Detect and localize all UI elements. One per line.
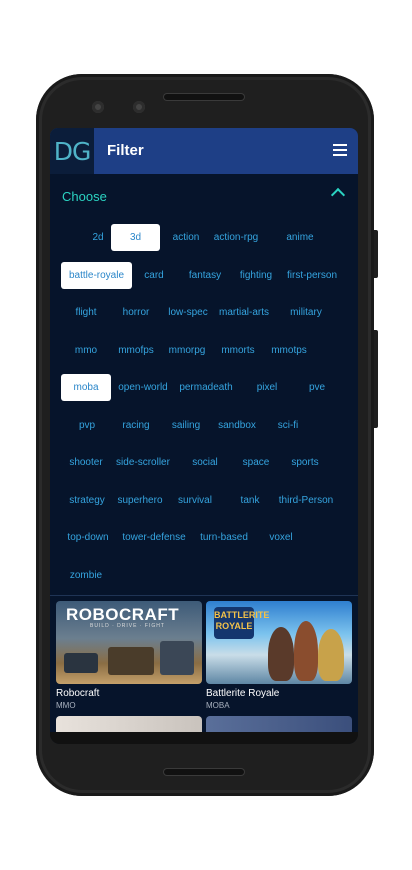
tag-chip-sailing[interactable]: sailing (162, 412, 210, 439)
filter-section-header[interactable]: Choose (50, 174, 358, 218)
tag-chip-permadeath[interactable]: permadeath (176, 374, 236, 401)
tag-chip-martial-arts[interactable]: martial-arts (215, 299, 273, 326)
tag-chip-action-rpg[interactable]: action-rpg (209, 224, 263, 251)
tag-chip-voxel[interactable]: voxel (262, 524, 300, 551)
tag-chip-pixel[interactable]: pixel (246, 374, 288, 401)
tag-chip-third-person[interactable]: third-Person (271, 487, 341, 514)
tag-chip-military[interactable]: military (278, 299, 334, 326)
divider (50, 595, 358, 596)
game-genre: MOBA (206, 701, 230, 710)
tag-chip-mmo[interactable]: mmo (64, 337, 108, 364)
game-title: Robocraft (56, 688, 100, 699)
robot-vehicle-shape (160, 641, 194, 675)
tag-chip-horror[interactable]: horror (114, 299, 158, 326)
front-camera (92, 101, 104, 113)
character-figure (268, 627, 294, 681)
tag-chip-fighting[interactable]: fighting (231, 262, 281, 289)
tag-chip-mmorts[interactable]: mmorts (213, 337, 263, 364)
tag-chip-card[interactable]: card (131, 262, 177, 289)
page-title: Filter (107, 142, 144, 159)
tag-chip-mmorpg[interactable]: mmorpg (163, 337, 211, 364)
tag-chip-space[interactable]: space (235, 449, 277, 476)
game-card-battlerite-royale[interactable]: BATTLERITE ROYALE Battlerite Royale MOBA (206, 601, 352, 710)
character-figure (294, 621, 318, 681)
tag-chip-low-spec[interactable]: low-spec (164, 299, 212, 326)
tag-chip-sci-fi[interactable]: sci-fi (267, 412, 309, 439)
game-art-tagline: BUILD · DRIVE · FIGHT (90, 623, 165, 629)
tag-chip-pve[interactable]: pve (294, 374, 340, 401)
tag-chip-sandbox[interactable]: sandbox (210, 412, 264, 439)
tag-chip-social[interactable]: social (184, 449, 226, 476)
tag-chip-mmotps[interactable]: mmotps (266, 337, 312, 364)
tag-chip-top-down[interactable]: top-down (61, 524, 115, 551)
character-figure (318, 629, 344, 681)
app-screen: DG Filter Choose 2d 3d action action-rpg ani… (50, 128, 358, 744)
game-card-robocraft[interactable]: ROBOCRAFT BUILD · DRIVE · FIGHT Robocraf… (56, 601, 202, 710)
earpiece-speaker (164, 94, 244, 100)
app-logo[interactable]: DG (50, 128, 94, 174)
game-title: Battlerite Royale (206, 688, 280, 699)
tag-chip-tower-defense[interactable]: tower-defense (118, 524, 190, 551)
power-button (374, 230, 378, 278)
tag-chip-mmofps[interactable]: mmofps (110, 337, 162, 364)
tag-chip-strategy[interactable]: strategy (61, 487, 113, 514)
robot-vehicle-shape (64, 653, 98, 673)
tag-chip-sports[interactable]: sports (278, 449, 332, 476)
tag-chip-survival[interactable]: survival (170, 487, 220, 514)
chevron-up-icon[interactable] (330, 187, 346, 203)
tag-chip-turn-based[interactable]: turn-based (195, 524, 253, 551)
tag-chip-superhero[interactable]: superhero (114, 487, 166, 514)
tag-chip-shooter[interactable]: shooter (61, 449, 111, 476)
tag-chip-moba[interactable]: moba (61, 374, 111, 401)
tag-chip-battle-royale[interactable]: battle-royale (61, 262, 132, 289)
app-bar: DG Filter (50, 128, 358, 174)
tag-chip-first-person[interactable]: first-person (282, 262, 342, 289)
game-art-logo: ROBOCRAFT (66, 605, 180, 624)
game-genre: MMO (56, 701, 76, 710)
hamburger-menu-icon[interactable] (333, 144, 347, 156)
robot-vehicle-shape (108, 647, 154, 675)
tag-chip-flight[interactable]: flight (65, 299, 107, 326)
tag-chip-pvp[interactable]: pvp (71, 412, 103, 439)
game-art-logo: BATTLERITE ROYALE (214, 607, 269, 639)
front-sensor (133, 101, 145, 113)
navigation-bar (50, 732, 358, 744)
tag-chip-anime[interactable]: anime (267, 224, 333, 251)
tag-chip-3d[interactable]: 3d (111, 224, 160, 251)
game-thumbnail[interactable]: BATTLERITE ROYALE (206, 601, 352, 684)
game-thumbnail[interactable]: ROBOCRAFT BUILD · DRIVE · FIGHT (56, 601, 202, 684)
tag-chip-zombie[interactable]: zombie (61, 562, 111, 589)
tag-chip-fantasy[interactable]: fantasy (181, 262, 229, 289)
volume-button (374, 330, 378, 428)
tag-chip-open-world[interactable]: open-world (113, 374, 173, 401)
tag-chip-tank[interactable]: tank (230, 487, 270, 514)
tag-chip-action[interactable]: action (162, 224, 210, 251)
filter-section-label: Choose (62, 189, 107, 204)
tag-chip-racing[interactable]: racing (113, 412, 159, 439)
bottom-speaker (164, 769, 244, 775)
tag-chip-side-scroller[interactable]: side-scroller (113, 449, 173, 476)
